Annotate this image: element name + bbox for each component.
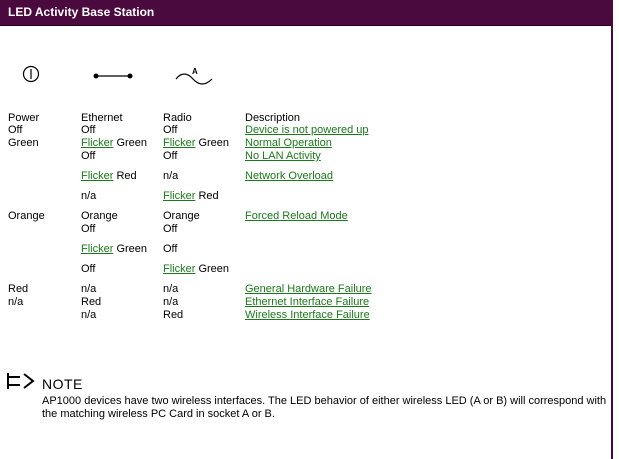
radio-state: Off (163, 150, 177, 163)
ethernet-state: Off (81, 263, 95, 276)
radio-state: Off (163, 124, 177, 137)
ethernet-value: Green (116, 243, 148, 255)
power-state: Off (8, 124, 23, 136)
description-link[interactable]: Forced Reload Mode (245, 210, 348, 223)
ethernet-state: Orange (81, 210, 118, 223)
radio-state: n/a (163, 283, 178, 296)
radio-value: Red (163, 309, 184, 321)
title-bar: LED Activity Base Station (0, 0, 611, 26)
radio-state: Red (163, 309, 183, 322)
radio-state: Off (163, 223, 177, 236)
radio-icon-letter: A (192, 67, 198, 76)
flicker-link[interactable]: Flicker (81, 137, 113, 149)
ethernet-value: n/a (81, 309, 97, 321)
ethernet-state: Flicker Green (81, 243, 147, 256)
ethernet-value: Off (81, 150, 96, 162)
ethernet-state: Red (81, 296, 101, 309)
power-state: Red (8, 283, 29, 295)
description-link[interactable]: Wireless Interface Failure (245, 309, 370, 322)
power-state: n/a (8, 296, 24, 308)
power-state: Green (8, 137, 39, 149)
description-link[interactable]: Device is not powered up (245, 124, 369, 137)
ethernet-state: Off (81, 150, 95, 163)
radio-state: Flicker Green (163, 263, 229, 276)
ethernet-value: Off (81, 223, 96, 235)
ethernet-state: n/a (81, 309, 96, 322)
flicker-link[interactable]: Flicker (163, 263, 195, 275)
ethernet-value: Orange (81, 210, 118, 222)
radio-value: n/a (163, 283, 179, 295)
radio-icon: A (175, 67, 213, 85)
note-title: NOTE (42, 376, 83, 392)
flicker-link[interactable]: Flicker (81, 243, 113, 255)
power-icon (22, 65, 40, 83)
power-state: Orange (8, 210, 45, 222)
note-arrow-icon (7, 373, 35, 389)
window-right-edge (611, 0, 619, 459)
note-text: AP1000 devices have two wireless interfa… (42, 395, 607, 420)
flicker-link[interactable]: Flicker (163, 190, 195, 202)
radio-value: Off (163, 150, 178, 162)
radio-state: Flicker Green (163, 137, 229, 150)
ethernet-value: Green (116, 137, 148, 149)
ethernet-state: n/a (81, 190, 96, 203)
ethernet-state: Off (81, 124, 95, 137)
description-link[interactable]: Ethernet Interface Failure (245, 296, 369, 309)
radio-state: Orange (163, 210, 200, 223)
ethernet-icon (93, 73, 133, 79)
ethernet-state: Flicker Green (81, 137, 147, 150)
description-link[interactable]: Network Overload (245, 170, 333, 183)
radio-state: Off (163, 243, 177, 256)
description-link[interactable]: Normal Operation (245, 137, 332, 150)
description-link[interactable]: No LAN Activity (245, 150, 321, 163)
radio-value: Off (163, 223, 178, 235)
ethernet-value: n/a (81, 190, 97, 202)
description-link[interactable]: General Hardware Failure (245, 283, 372, 296)
flicker-link[interactable]: Flicker (81, 170, 113, 182)
ethernet-state: n/a (81, 283, 96, 296)
radio-value: Green (198, 137, 230, 149)
flicker-link[interactable]: Flicker (163, 137, 195, 149)
ethernet-value: Off (81, 263, 96, 275)
ethernet-value: Off (81, 124, 96, 136)
ethernet-state: Off (81, 223, 95, 236)
radio-value: Off (163, 124, 178, 136)
ethernet-value: n/a (81, 283, 97, 295)
page-title: LED Activity Base Station (8, 5, 155, 19)
radio-value: Orange (163, 210, 200, 222)
ethernet-state: Flicker Red (81, 170, 137, 183)
radio-value: n/a (163, 296, 179, 308)
radio-state: Flicker Red (163, 190, 219, 203)
ethernet-value: Red (116, 170, 137, 182)
radio-state: n/a (163, 296, 178, 309)
radio-value: Off (163, 243, 178, 255)
radio-state: n/a (163, 170, 178, 183)
radio-value: Red (198, 190, 219, 202)
ethernet-value: Red (81, 296, 102, 308)
radio-value: Green (198, 263, 230, 275)
radio-value: n/a (163, 170, 179, 182)
